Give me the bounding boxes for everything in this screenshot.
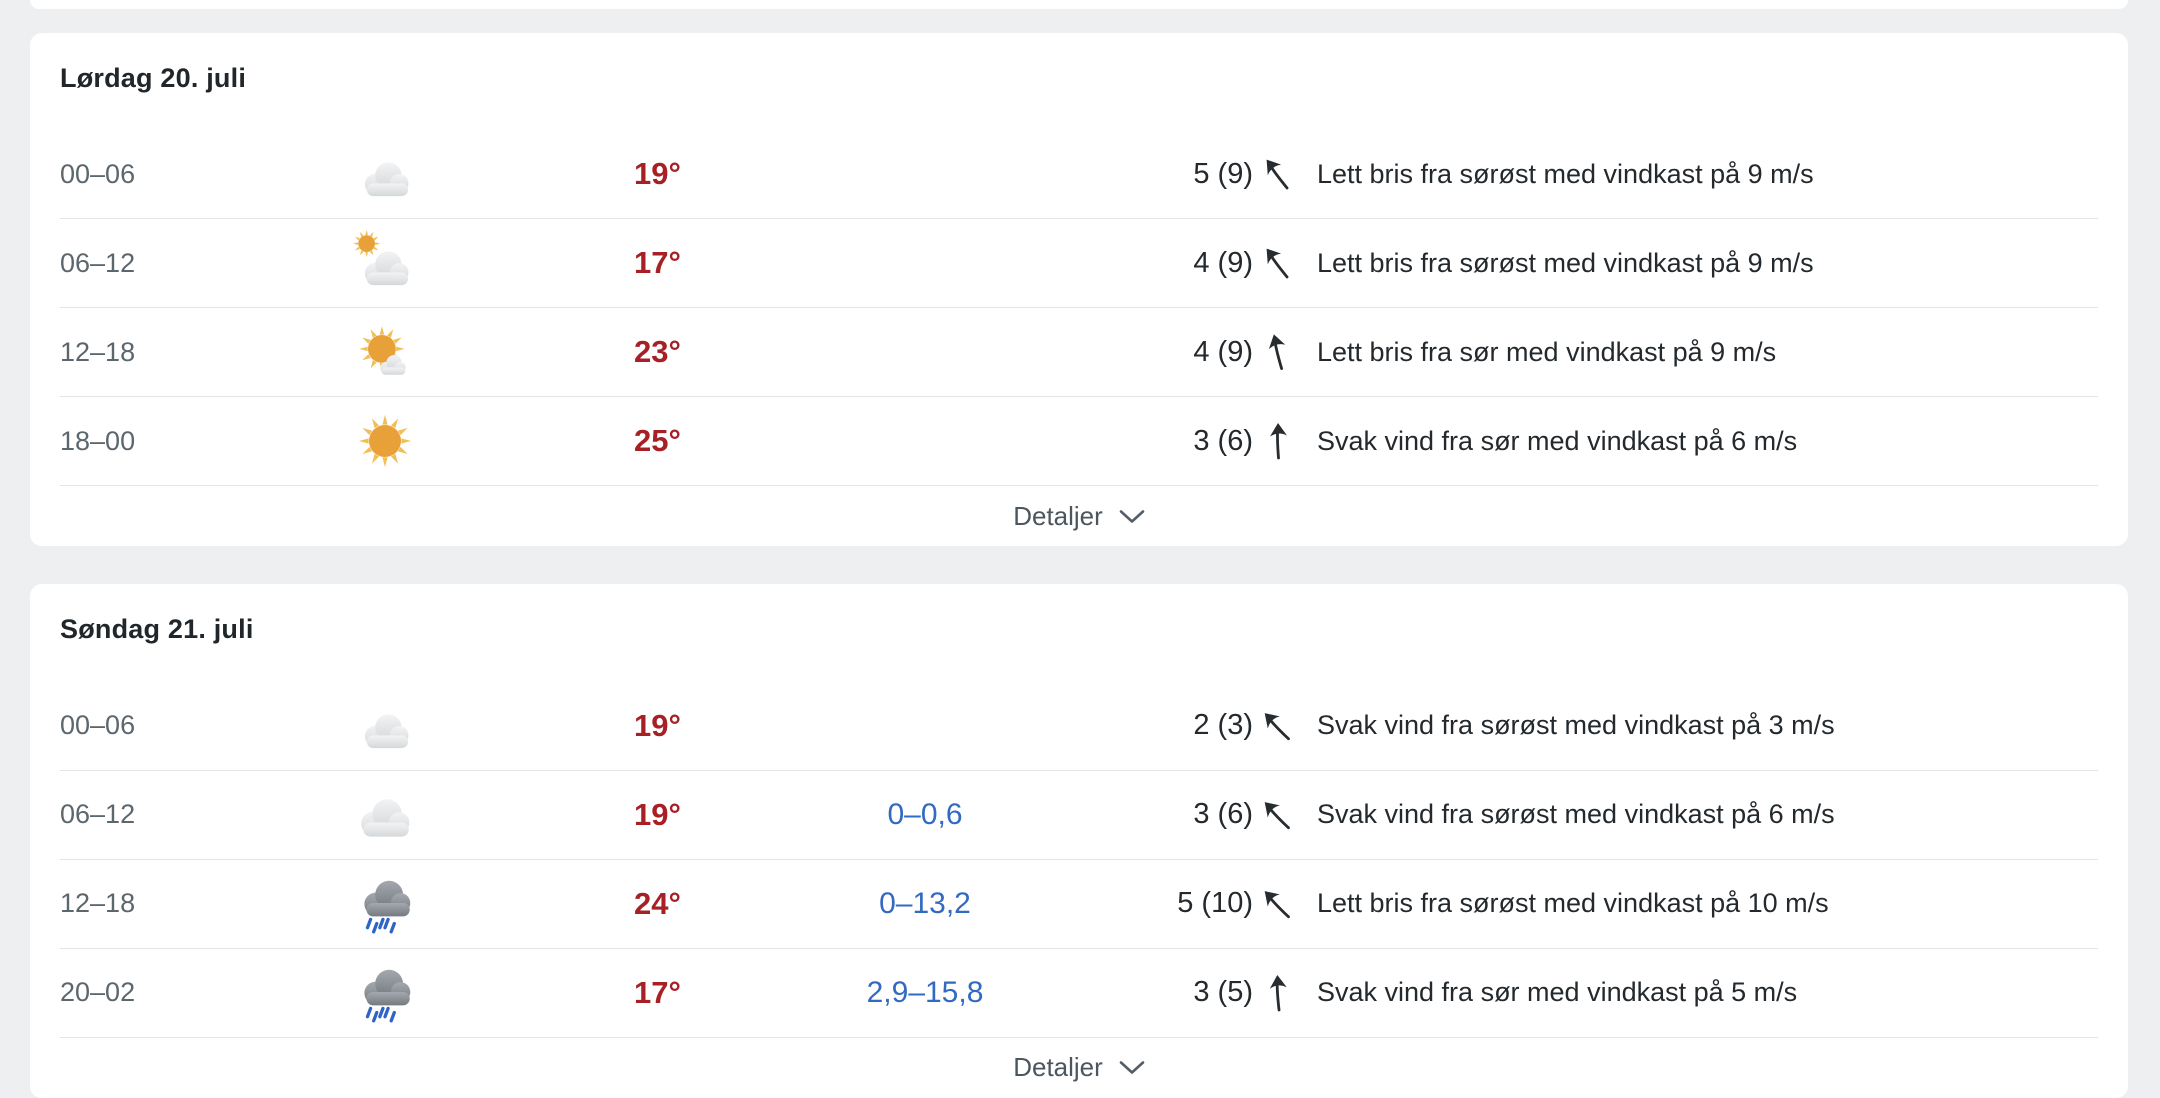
time-range-label: 12–18	[60, 337, 210, 368]
forecast-row: 12–18 24° 0–13,2 5 (10) Lett bris fra sø…	[60, 859, 2098, 948]
time-range-label: 18–00	[60, 426, 210, 457]
wind-direction-arrow-icon	[1263, 422, 1293, 460]
forecast-row: 00–06 19° 2 (3) Svak vind fra sørøst med…	[60, 682, 2098, 770]
rain-icon	[352, 960, 418, 1026]
temperature-value: 24°	[560, 886, 755, 922]
clear-day-icon	[352, 408, 418, 474]
wind-direction-arrow-icon	[1254, 151, 1300, 199]
day-card-sunday: Søndag 21. juli 00–06 19° 2 (3) Svak vin…	[30, 584, 2128, 1097]
previous-day-card-bottom	[30, 0, 2128, 9]
wind-description: Svak vind fra sørøst med vindkast på 6 m…	[1303, 799, 2098, 830]
temperature-value: 19°	[560, 797, 755, 833]
wind-description: Lett bris fra sørøst med vindkast på 9 m…	[1303, 159, 2098, 190]
time-range-label: 06–12	[60, 248, 210, 279]
wind-speed-value: 3 (6)	[1095, 798, 1253, 831]
wind-direction-arrow-icon	[1259, 331, 1296, 374]
wind-speed-value: 3 (6)	[1095, 425, 1253, 458]
fair-day-icon	[352, 319, 418, 385]
cloudy-icon	[352, 782, 418, 848]
time-range-label: 12–18	[60, 888, 210, 919]
weather-forecast-list: Lørdag 20. juli 00–06 19° 5 (9) Lett bri…	[0, 0, 2160, 1098]
forecast-row: 20–02 17° 2,9–15,8 3 (5) Svak vind fra s…	[60, 948, 2098, 1037]
details-label: Detaljer	[1013, 1052, 1103, 1083]
temperature-value: 23°	[560, 334, 755, 370]
precipitation-value: 2,9–15,8	[755, 976, 1095, 1010]
day-card-title: Søndag 21. juli	[30, 584, 2128, 659]
temperature-value: 17°	[560, 245, 755, 281]
forecast-row: 06–12 17° 4 (9) Lett bris fra sørøst med…	[60, 218, 2098, 307]
wind-speed-value: 5 (10)	[1095, 887, 1253, 920]
forecast-rows: 00–06 19° 5 (9) Lett bris fra sørøst med…	[30, 130, 2128, 485]
temperature-value: 17°	[560, 975, 755, 1011]
day-card-saturday: Lørdag 20. juli 00–06 19° 5 (9) Lett bri…	[30, 33, 2128, 546]
partly-cloudy-night-icon	[352, 693, 418, 759]
chevron-down-icon	[1119, 509, 1145, 524]
temperature-value: 25°	[560, 423, 755, 459]
wind-description: Lett bris fra sørøst med vindkast på 10 …	[1303, 888, 2098, 919]
wind-description: Svak vind fra sørøst med vindkast på 3 m…	[1303, 710, 2098, 741]
forecast-rows: 00–06 19° 2 (3) Svak vind fra sørøst med…	[30, 682, 2128, 1037]
temperature-value: 19°	[560, 156, 755, 192]
wind-speed-value: 4 (9)	[1095, 336, 1253, 369]
forecast-row: 12–18 23° 4 (9) Lett bris fra sør med vi…	[60, 307, 2098, 396]
chevron-down-icon	[1119, 1060, 1145, 1075]
details-label: Detaljer	[1013, 501, 1103, 532]
wind-description: Lett bris fra sør med vindkast på 9 m/s	[1303, 337, 2098, 368]
partly-cloudy-night-icon	[352, 141, 418, 207]
time-range-label: 20–02	[60, 977, 210, 1008]
details-toggle-button[interactable]: Detaljer	[60, 485, 2098, 546]
forecast-row: 18–00 25° 3 (6) Svak vind fra sør med vi…	[60, 396, 2098, 485]
wind-description: Lett bris fra sørøst med vindkast på 9 m…	[1303, 248, 2098, 279]
wind-speed-value: 5 (9)	[1095, 158, 1253, 191]
time-range-label: 06–12	[60, 799, 210, 830]
partly-cloudy-day-icon	[352, 230, 418, 296]
wind-speed-value: 3 (5)	[1095, 976, 1253, 1009]
precipitation-value: 0–13,2	[755, 887, 1095, 921]
time-range-label: 00–06	[60, 159, 210, 190]
wind-direction-arrow-icon	[1253, 880, 1301, 928]
forecast-row: 00–06 19° 5 (9) Lett bris fra sørøst med…	[60, 130, 2098, 218]
rain-icon	[352, 871, 418, 937]
wind-description: Svak vind fra sør med vindkast på 5 m/s	[1303, 977, 2098, 1008]
wind-direction-arrow-icon	[1262, 973, 1293, 1012]
wind-description: Svak vind fra sør med vindkast på 6 m/s	[1303, 426, 2098, 457]
details-toggle-button[interactable]: Detaljer	[60, 1037, 2098, 1098]
forecast-row: 06–12 19° 0–0,6 3 (6) Svak vind fra sørø…	[60, 770, 2098, 859]
wind-direction-arrow-icon	[1253, 791, 1301, 839]
time-range-label: 00–06	[60, 710, 210, 741]
wind-speed-value: 4 (9)	[1095, 247, 1253, 280]
day-card-title: Lørdag 20. juli	[30, 33, 2128, 108]
temperature-value: 19°	[560, 708, 755, 744]
precipitation-value: 0–0,6	[755, 798, 1095, 832]
wind-direction-arrow-icon	[1254, 240, 1300, 288]
wind-speed-value: 2 (3)	[1095, 709, 1253, 742]
wind-direction-arrow-icon	[1253, 702, 1301, 750]
